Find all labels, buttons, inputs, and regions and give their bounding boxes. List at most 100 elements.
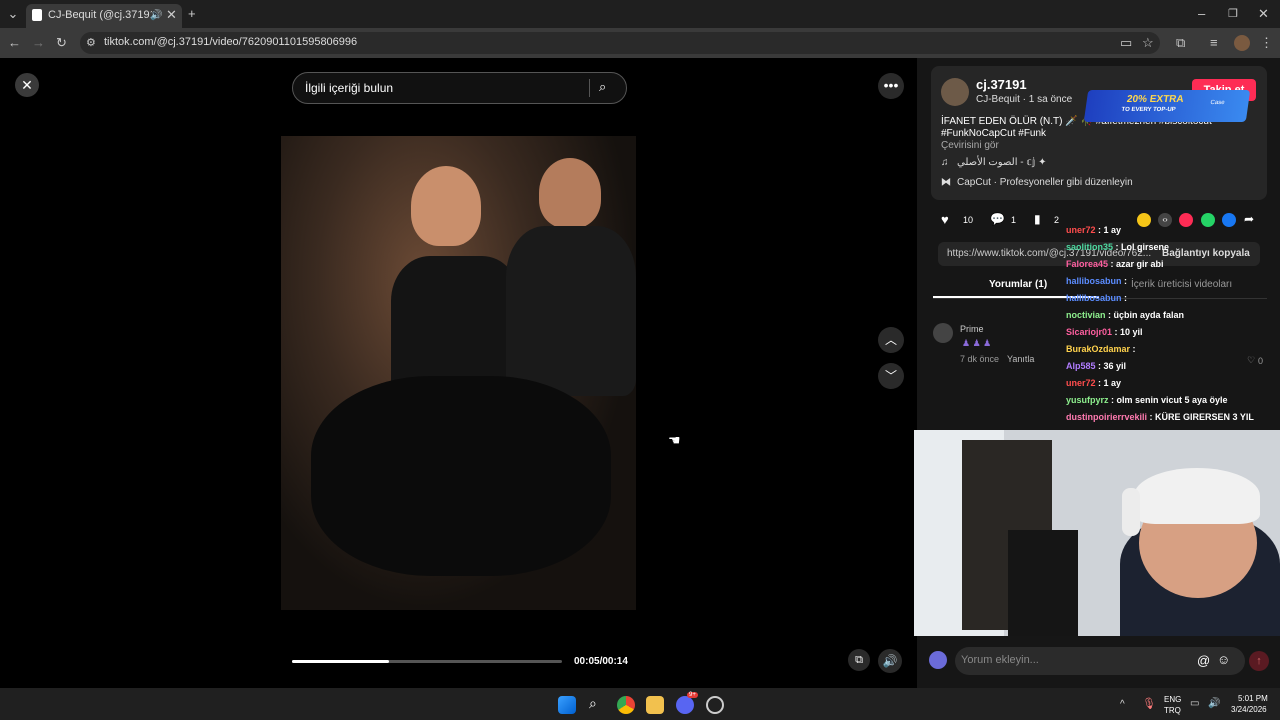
emoji-icon[interactable]: ☺ [1217, 652, 1230, 667]
comment-reply[interactable]: Yanıtla [1007, 354, 1034, 364]
site-info-icon[interactable]: ⚙ [86, 36, 96, 50]
tab-list-chevron-icon[interactable]: ⌄ [6, 7, 20, 21]
close-icon[interactable]: ✕ [15, 73, 39, 97]
man-left-face [411, 166, 481, 246]
search-taskbar-icon[interactable]: ⌕ [589, 696, 597, 710]
tab-title: CJ-Bequit (@cj.37191) | Tik [48, 9, 152, 21]
capcut-link[interactable]: CapCut · Profesyoneller gibi düzenleyin [957, 177, 1133, 188]
chat-username[interactable]: yusufpyrz [1066, 395, 1109, 405]
clock-time[interactable]: 5:01 PM [1238, 694, 1268, 703]
chat-message: : 10 yil [1112, 327, 1143, 337]
chat-username[interactable]: BurakOzdamar [1066, 344, 1130, 354]
progress-track[interactable] [292, 660, 562, 663]
address-bar[interactable]: ⚙ tiktok.com/@cj.37191/video/76209011015… [80, 32, 1160, 54]
chat-message: : olm senin vicut 5 aya öyle [1108, 395, 1228, 405]
music-note-icon: ♫ [941, 157, 949, 168]
forward-icon[interactable]: → [32, 36, 45, 50]
author-meta: CJ-Bequit · 1 sa önce [976, 94, 1073, 105]
tab-comments[interactable]: Yorumlar (1) [989, 279, 1047, 290]
windows-taskbar: ⌕ 9+ ^ 🎙 ENG TRQ ▭ 🔊 5:01 PM 3/24/2026 [0, 688, 1280, 720]
headphones [1122, 488, 1140, 536]
translate-link[interactable]: Çevirisini gör [941, 140, 999, 151]
video-frame[interactable] [281, 136, 636, 610]
white-cap [1134, 468, 1260, 524]
browser-tab-bar: ⌄ CJ-Bequit (@cj.37191) | Tik 🔊 ✕ + – ❐ … [0, 0, 1280, 28]
next-video-chevron-down-icon[interactable]: ﹀ [878, 363, 904, 389]
comment-avatar[interactable] [933, 323, 953, 343]
windows-start-icon[interactable] [558, 696, 576, 714]
reading-list-icon[interactable]: ≡ [1210, 36, 1218, 50]
network-icon[interactable]: ▭ [1190, 697, 1199, 711]
author-handle[interactable]: cj.37191 [976, 77, 1027, 92]
bookmark-icon[interactable]: ▮ [1034, 212, 1041, 226]
tray-chevron-up-icon[interactable]: ^ [1120, 698, 1125, 712]
discord-badge: 9+ [687, 692, 698, 698]
floating-player-icon[interactable]: ⧉ [848, 649, 870, 671]
promo-line2: TO EVERY TOP-UP [1121, 107, 1177, 113]
chat-username[interactable]: hallibosabun [1066, 293, 1122, 303]
chat-username[interactable]: saolition35 [1066, 242, 1113, 252]
comment-input-box[interactable]: Yorum ekleyin... @ ☺ [955, 647, 1245, 675]
browser-tab[interactable]: CJ-Bequit (@cj.37191) | Tik 🔊 ✕ [26, 4, 182, 28]
like-count: 10 [963, 215, 974, 225]
chat-username[interactable]: Falorea45 [1066, 259, 1108, 269]
clock-date[interactable]: 3/24/2026 [1231, 705, 1267, 714]
profile-avatar[interactable] [1234, 35, 1250, 51]
post-arrow-icon[interactable]: ↑ [1249, 651, 1269, 671]
minimize-icon[interactable]: – [1198, 7, 1205, 21]
restore-icon[interactable]: ❐ [1228, 7, 1238, 21]
close-tab-icon[interactable]: ✕ [166, 8, 177, 22]
close-window-icon[interactable]: ✕ [1258, 7, 1269, 21]
chat-username[interactable]: noctivian [1066, 310, 1106, 320]
heart-icon[interactable]: ♥ [941, 212, 949, 227]
new-tab-icon[interactable]: + [188, 7, 196, 21]
discord-icon[interactable] [676, 696, 694, 714]
scarface-poster [1008, 530, 1078, 636]
comment-input[interactable]: Yorum ekleyin... [961, 654, 1039, 666]
menu-icon[interactable]: ⋮ [1260, 36, 1273, 50]
chat-username[interactable]: hallibosabun [1066, 276, 1122, 286]
comment-icon[interactable]: 💬 [990, 212, 1005, 226]
search-input[interactable]: İlgili içeriği bulun [305, 81, 393, 95]
language-primary[interactable]: ENG [1164, 695, 1181, 704]
chat-username[interactable]: dustinpoirierrvekili [1066, 412, 1147, 422]
chat-line: Alp585 : 36 yil [1066, 361, 1126, 371]
chat-message: : [1121, 293, 1128, 303]
audio-playing-icon[interactable]: 🔊 [150, 9, 162, 23]
bookmark-star-icon[interactable]: ☆ [1142, 36, 1154, 50]
speaker-icon[interactable]: 🔊 [1208, 697, 1220, 711]
chrome-icon[interactable] [617, 696, 635, 714]
volume-icon[interactable]: 🔊 [878, 649, 902, 673]
microphone-icon[interactable]: 🎙 [1142, 697, 1156, 711]
cast-icon[interactable]: ▭ [1120, 36, 1132, 50]
comment-user[interactable]: Prime [960, 324, 984, 334]
app-icon[interactable] [706, 696, 724, 714]
chat-username[interactable]: uner72 [1066, 378, 1096, 388]
user-avatar[interactable] [929, 651, 947, 669]
mention-icon[interactable]: @ [1197, 653, 1210, 668]
search-bar[interactable]: İlgili içeriği bulun ⌕ [292, 72, 627, 104]
extensions-icon[interactable]: ⧉ [1176, 36, 1185, 50]
avatar[interactable] [941, 78, 969, 106]
more-options-icon[interactable]: ••• [878, 73, 904, 99]
share-arrow-icon[interactable]: ➦ [1244, 212, 1254, 226]
video-info-card: cj.37191 CJ-Bequit · 1 sa önce Takip et … [931, 66, 1267, 200]
language-secondary[interactable]: TRQ [1164, 706, 1181, 715]
back-icon[interactable]: ← [8, 36, 21, 50]
chat-message: : azar gir abi [1108, 259, 1164, 269]
search-icon[interactable]: ⌕ [599, 80, 606, 94]
promo-banner[interactable]: 20% EXTRA TO EVERY TOP-UP Case [1083, 90, 1251, 122]
stream-chat-overlay: uner72 : 1 ay saolition35 : Lol girsene Fa… [1063, 225, 1280, 430]
chat-line: yusufpyrz : olm senin vicut 5 aya öyle [1066, 395, 1228, 405]
reload-icon[interactable]: ↻ [56, 36, 67, 50]
chat-message: : [1121, 276, 1128, 286]
chat-username[interactable]: Alp585 [1066, 361, 1096, 371]
man-right-face [539, 158, 601, 228]
file-explorer-icon[interactable] [646, 696, 664, 714]
chat-message: : KÜRE GIRERSEN 3 YIL [1147, 412, 1254, 422]
previous-video-chevron-up-icon[interactable]: ︿ [878, 327, 904, 353]
chat-line: Sicariojr01 : 10 yil [1066, 327, 1143, 337]
chat-username[interactable]: uner72 [1066, 225, 1096, 235]
chat-username[interactable]: Sicariojr01 [1066, 327, 1112, 337]
sound-name[interactable]: الصوت الأصلي - 𝕔𝕛 ✦ [957, 157, 1047, 168]
